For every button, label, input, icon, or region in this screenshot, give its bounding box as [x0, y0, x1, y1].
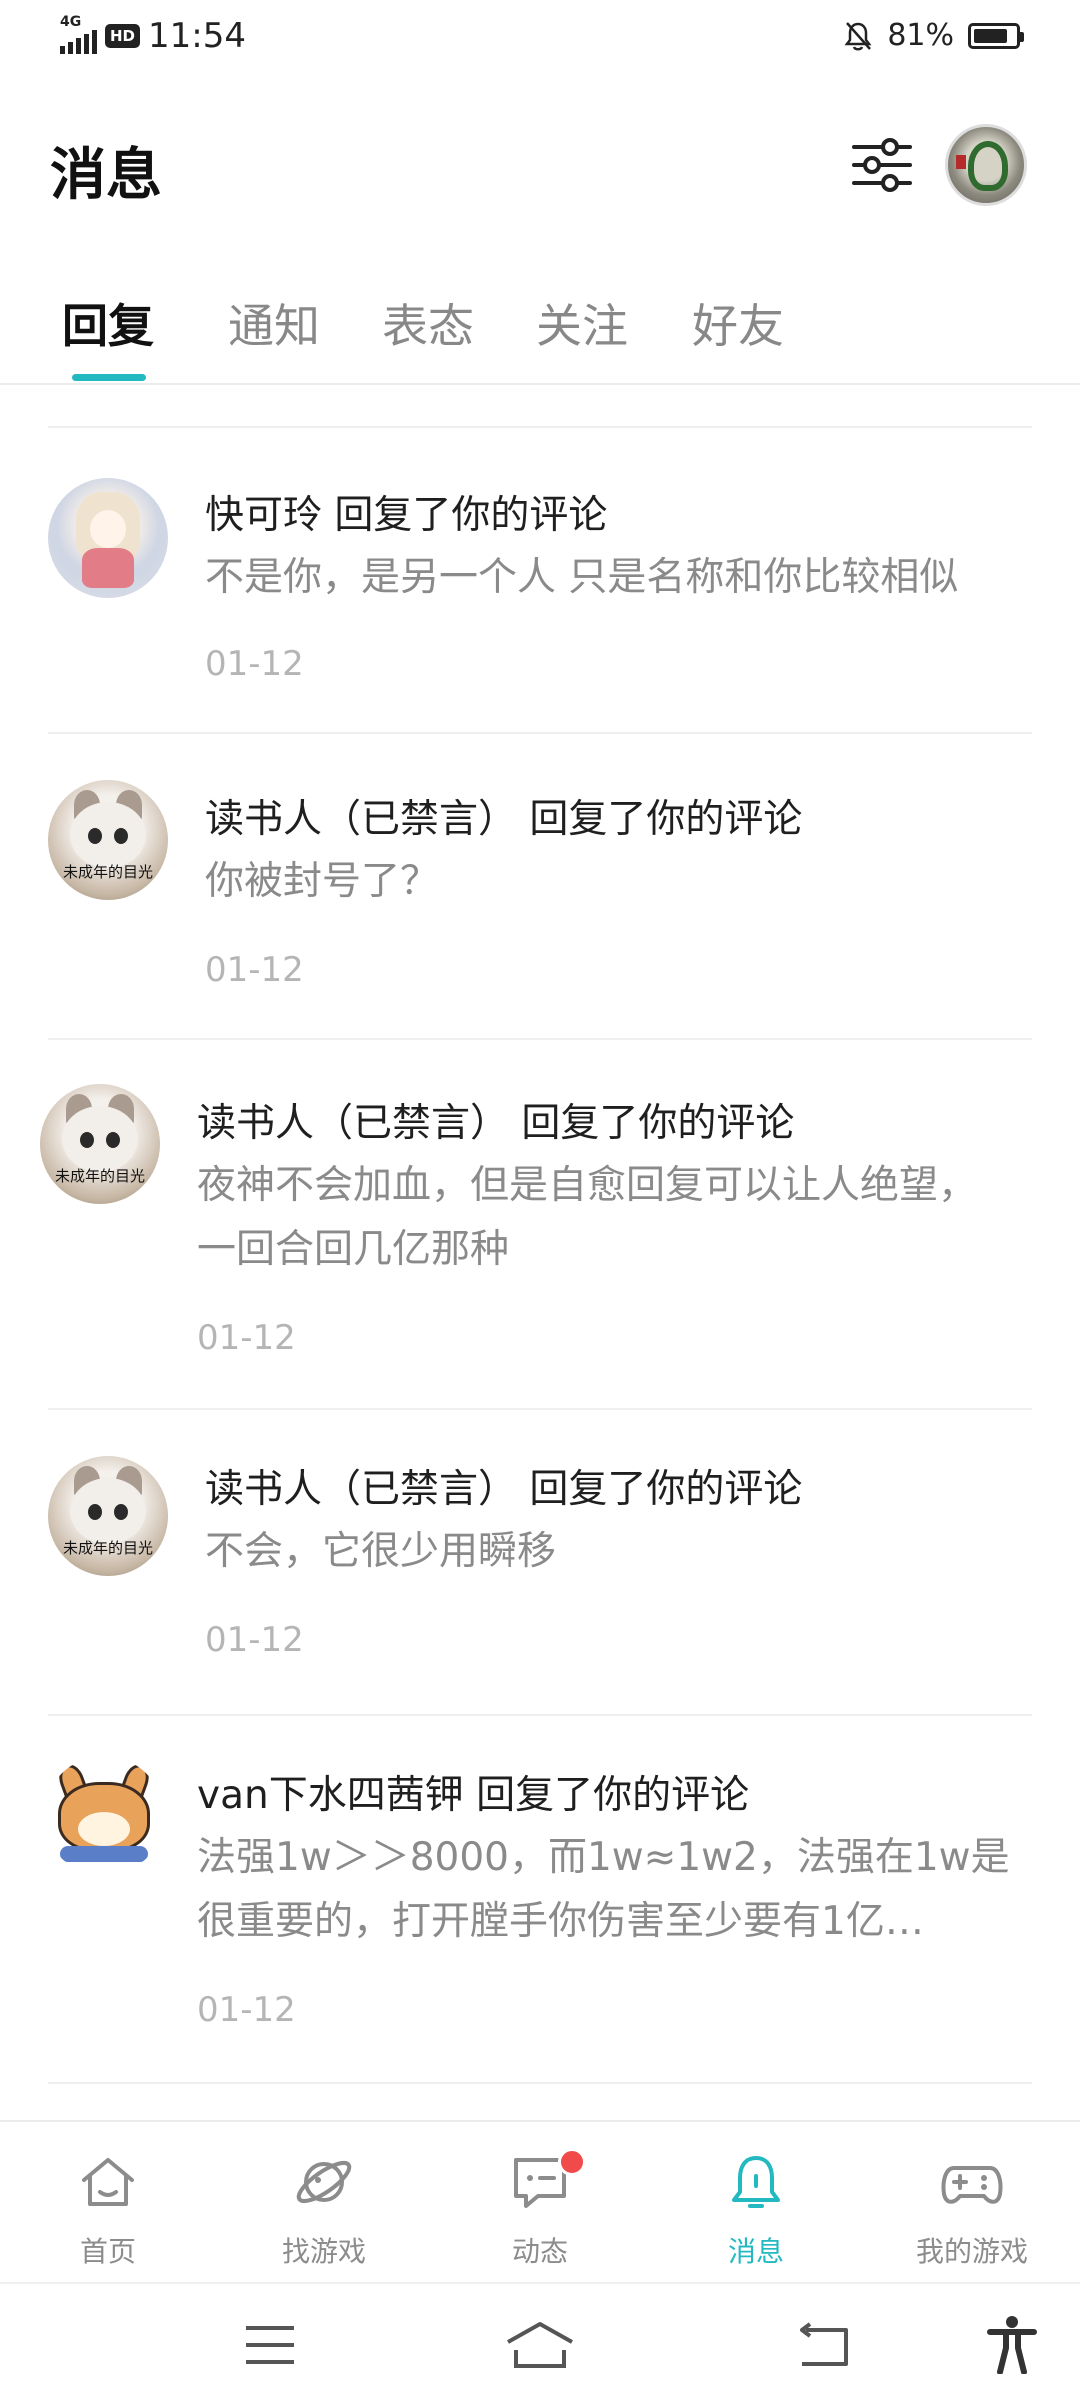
tab-friends[interactable]: 好友	[692, 290, 784, 356]
tab-follow[interactable]: 关注	[536, 290, 628, 356]
nav-my-games[interactable]: 我的游戏	[864, 2122, 1080, 2284]
avatar[interactable]: 未成年的目光	[40, 1084, 160, 1204]
divider	[48, 2082, 1032, 2084]
nav-label: 动态	[511, 2235, 568, 2268]
list-item[interactable]: 快可玲 回复了你的评论 不是你，是另一个人 只是名称和你比较相似 01-12	[0, 428, 1080, 730]
filter-sliders-icon[interactable]	[850, 133, 914, 197]
message-content: 你被封号了？	[205, 859, 440, 904]
nav-label: 我的游戏	[915, 2235, 1028, 2268]
nav-label: 消息	[727, 2235, 784, 2268]
hd-badge: HD	[105, 24, 141, 48]
status-left: 4G HD 11:54	[60, 14, 246, 56]
battery-icon	[968, 22, 1024, 49]
nav-label: 找游戏	[281, 2235, 366, 2268]
network-type: 4G	[60, 14, 82, 30]
notification-badge	[558, 2148, 586, 2176]
avatar-caption: 未成年的目光	[62, 863, 153, 881]
message-title: 快可玲 回复了你的评论	[205, 493, 608, 538]
message-date: 01-12	[197, 1318, 296, 1358]
bell-icon	[732, 2156, 780, 2208]
bell-mute-icon	[844, 21, 872, 50]
clock: 11:54	[148, 16, 246, 56]
tab-reaction[interactable]: 表态	[382, 290, 474, 356]
status-bar: 4G HD 11:54 81%	[0, 0, 1080, 84]
back-icon[interactable]	[796, 2320, 852, 2370]
home-icon	[82, 2158, 134, 2206]
page-title: 消息	[50, 143, 162, 208]
list-item[interactable]: 未成年的目光 读书人（已禁言） 回复了你的评论 不会，它很少用瞬移 01-12	[0, 1410, 1080, 1712]
home-button-icon[interactable]	[504, 2320, 576, 2370]
list-item[interactable]: van下水四茜钾 回复了你的评论 法强1w＞＞8000，而1w≈1w2，法强在1…	[0, 1716, 1080, 2082]
avatar[interactable]	[48, 478, 168, 598]
battery-percent: 81%	[887, 18, 954, 53]
avatar[interactable]: 未成年的目光	[48, 1456, 168, 1576]
message-title: 读书人（已禁言） 回复了你的评论	[197, 1101, 795, 1146]
nav-feed[interactable]: 动态	[432, 2122, 648, 2284]
tab-reply[interactable]: 回复	[62, 290, 154, 356]
avatar-caption: 未成年的目光	[54, 1167, 145, 1185]
message-content: 夜神不会加血，但是自愈回复可以让人绝望，一回合回几亿那种	[197, 1163, 978, 1272]
tab-notice[interactable]: 通知	[228, 290, 320, 356]
message-content: 不是你，是另一个人 只是名称和你比较相似	[205, 555, 959, 600]
message-date: 01-12	[197, 1990, 296, 2030]
avatar-caption: 未成年的目光	[62, 1539, 153, 1557]
message-title: 读书人（已禁言） 回复了你的评论	[205, 1467, 803, 1512]
message-title: 读书人（已禁言） 回复了你的评论	[205, 797, 803, 842]
message-date: 01-12	[205, 1620, 304, 1660]
accessibility-icon[interactable]	[986, 2314, 1038, 2374]
nav-home[interactable]: 首页	[0, 2122, 216, 2284]
gamepad-icon	[941, 2166, 1003, 2204]
nav-messages[interactable]: 消息	[648, 2122, 864, 2284]
page-header: 消息	[0, 100, 1080, 240]
status-right: 81%	[843, 18, 1024, 53]
signal-icon: 4G	[60, 14, 97, 54]
user-avatar[interactable]	[945, 124, 1027, 206]
planet-icon	[296, 2160, 352, 2204]
menu-icon[interactable]	[242, 2320, 298, 2370]
message-content: 不会，它很少用瞬移	[205, 1529, 557, 1574]
list-item[interactable]: 未成年的目光 读书人（已禁言） 回复了你的评论 你被封号了？ 01-12	[0, 734, 1080, 1036]
system-nav-bar	[0, 2282, 1080, 2408]
message-content: 法强1w＞＞8000，而1w≈1w2，法强在1w是很重要的，打开膛手你伤害至少要…	[197, 1835, 1010, 1944]
list-item[interactable]: 未成年的目光 读书人（已禁言） 回复了你的评论 夜神不会加血，但是自愈回复可以让…	[0, 1040, 1080, 1406]
message-date: 01-12	[205, 950, 304, 990]
avatar[interactable]	[44, 1756, 164, 1876]
bottom-nav: 首页 找游戏 动态 消息 我的游戏	[0, 2120, 1080, 2282]
message-title: van下水四茜钾 回复了你的评论	[197, 1773, 750, 1818]
nav-label: 首页	[79, 2235, 136, 2268]
message-date: 01-12	[205, 644, 304, 684]
avatar[interactable]: 未成年的目光	[48, 780, 168, 900]
active-tab-indicator	[72, 374, 146, 381]
nav-find-games[interactable]: 找游戏	[216, 2122, 432, 2284]
message-tabs: 回复 通知 表态 关注 好友	[0, 270, 1080, 385]
